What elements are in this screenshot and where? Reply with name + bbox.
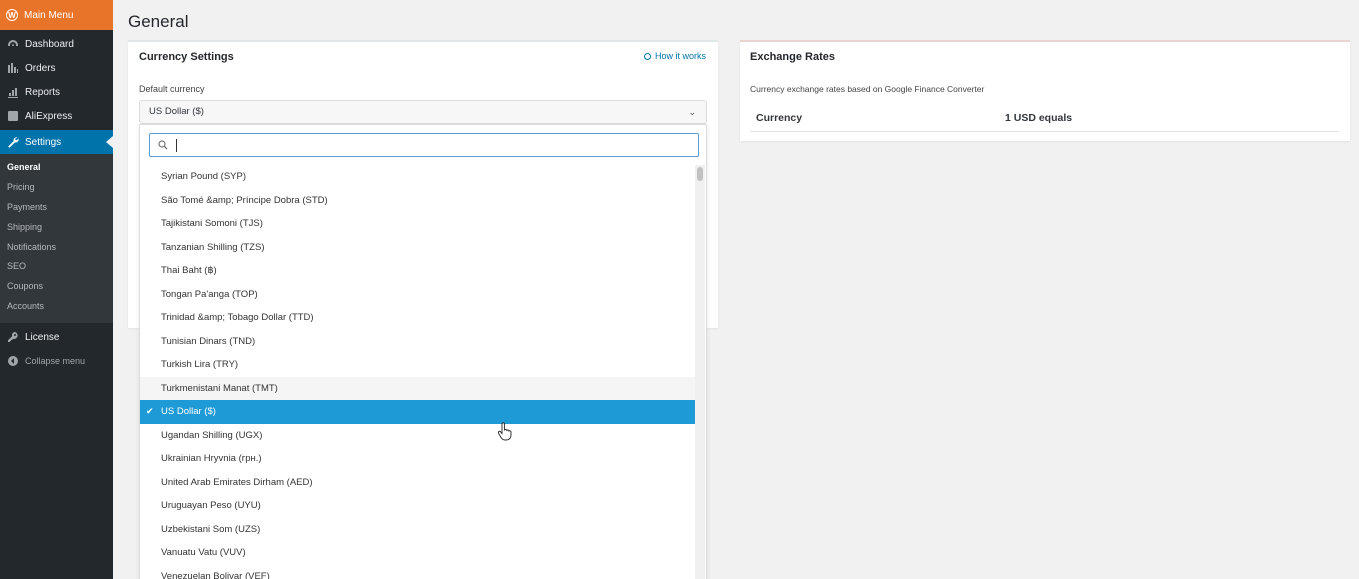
currency-option-label: Uruguayan Peso (UYU) <box>161 500 261 511</box>
wordpress-icon: W <box>6 9 18 21</box>
currency-option-selected[interactable]: ✔ US Dollar ($) <box>140 400 696 424</box>
sidebar-item-label: Orders <box>25 62 56 74</box>
currency-search-input[interactable] <box>180 136 680 154</box>
currency-option[interactable]: Ukrainian Hryvnia (грн.) <box>140 447 696 471</box>
exchange-rates-title: Exchange Rates <box>750 51 835 63</box>
sidebar-item-label: Dashboard <box>25 38 74 50</box>
sidebar-item-label: Settings <box>25 136 62 148</box>
currency-option-label: Thai Baht (฿) <box>161 265 217 276</box>
currency-option[interactable]: Tunisian Dinars (TND) <box>140 330 696 354</box>
collapse-menu-button[interactable]: Collapse menu <box>0 349 113 373</box>
search-icon <box>158 140 168 150</box>
sidebar-item-label: License <box>25 331 60 343</box>
main-menu-label: Main Menu <box>24 9 74 21</box>
currency-option-list: Syrian Pound (SYP) São Tomé &amp; Príncip… <box>140 165 696 579</box>
currency-settings-title: Currency Settings <box>139 51 234 63</box>
reports-icon <box>6 86 19 99</box>
checkmark-icon: ✔ <box>146 406 154 416</box>
main-menu-button[interactable]: W Main Menu <box>0 0 113 30</box>
dashboard-icon <box>6 38 19 51</box>
submenu-item-shipping[interactable]: Shipping <box>0 218 113 238</box>
currency-option[interactable]: United Arab Emirates Dirham (AED) <box>140 471 696 495</box>
default-currency-select[interactable]: US Dollar ($) ⌄ <box>139 100 707 124</box>
currency-option[interactable]: Tanzanian Shilling (TZS) <box>140 236 696 260</box>
exchange-rates-panel: Exchange Rates Currency exchange rates b… <box>740 40 1350 141</box>
exchange-rates-table-header: Currency 1 USD equals <box>750 106 1339 132</box>
currency-option[interactable]: Thai Baht (฿) <box>140 259 696 283</box>
currency-option[interactable]: Uruguayan Peso (UYU) <box>140 494 696 518</box>
chevron-down-icon: ⌄ <box>688 107 696 117</box>
submenu-item-accounts[interactable]: Accounts <box>0 297 113 317</box>
sidebar-item-settings[interactable]: Settings <box>0 130 113 154</box>
orders-icon <box>6 62 19 75</box>
submenu-item-general[interactable]: General <box>0 158 113 178</box>
currency-option-label: US Dollar ($) <box>161 406 216 417</box>
sidebar-item-label: AliExpress <box>25 110 73 122</box>
currency-option[interactable]: Turkish Lira (TRY) <box>140 353 696 377</box>
currency-option-label: Uzbekistani Som (UZS) <box>161 523 261 535</box>
currency-option[interactable]: Venezuelan Bolivar (VEF) <box>140 565 696 579</box>
key-icon <box>6 331 19 344</box>
sidebar-item-reports[interactable]: Reports <box>0 80 113 104</box>
currency-search-box[interactable] <box>149 133 699 157</box>
hand-cursor-icon <box>497 422 512 441</box>
sidebar-item-license[interactable]: License <box>0 325 113 349</box>
collapse-menu-label: Collapse menu <box>25 356 86 367</box>
currency-option[interactable]: Turkmenistani Manat (TMT) <box>140 376 696 400</box>
settings-submenu: General Pricing Payments Shipping Notifi… <box>0 154 113 324</box>
submenu-item-payments[interactable]: Payments <box>0 198 113 218</box>
sidebar-item-dashboard[interactable]: Dashboard <box>0 32 113 56</box>
currency-option[interactable]: Tongan Pa'anga (TOP) <box>140 283 696 307</box>
currency-option-label: Syrian Pound (SYP) <box>161 171 247 182</box>
currency-option-label: United Arab Emirates Dirham (AED) <box>161 476 313 488</box>
currency-option-label: São Tomé &amp; Príncipe Dobra (STD) <box>161 194 328 206</box>
currency-option[interactable]: Vanuatu Vatu (VUV) <box>140 541 696 565</box>
submenu-item-coupons[interactable]: Coupons <box>0 277 113 297</box>
sidebar-item-orders[interactable]: Orders <box>0 56 113 80</box>
collapse-icon <box>6 355 19 368</box>
aliexpress-icon <box>6 110 19 123</box>
currency-option-label: Turkish Lira (TRY) <box>161 359 239 370</box>
currency-option-label: Tajikistani Somoni (TJS) <box>161 218 263 229</box>
currency-option[interactable]: São Tomé &amp; Príncipe Dobra (STD) <box>140 189 696 213</box>
selected-currency-value: US Dollar ($) <box>149 106 204 117</box>
currency-option-label: Ugandan Shilling (UGX) <box>161 429 263 441</box>
how-it-works-label: How it works <box>654 51 706 61</box>
currency-option-label: Vanuatu Vatu (VUV) <box>161 547 246 558</box>
column-header-currency: Currency <box>756 112 803 124</box>
how-it-works-link[interactable]: How it works <box>643 51 706 61</box>
currency-option[interactable]: Ugandan Shilling (UGX) <box>140 424 696 448</box>
default-currency-label: Default currency <box>139 84 205 94</box>
submenu-item-pricing[interactable]: Pricing <box>0 178 113 198</box>
currency-option[interactable]: Syrian Pound (SYP) <box>140 165 696 189</box>
currency-dropdown: Syrian Pound (SYP) São Tomé &amp; Príncip… <box>139 124 707 579</box>
exchange-rates-description: Currency exchange rates based on Google … <box>750 84 985 94</box>
column-header-usd-equals: 1 USD equals <box>1005 112 1073 124</box>
currency-option-label: Tunisian Dinars (TND) <box>161 335 256 347</box>
sidebar-item-aliexpress[interactable]: AliExpress <box>0 104 113 128</box>
currency-option-label: Turkmenistani Manat (TMT) <box>161 382 278 394</box>
dropdown-scrollbar[interactable] <box>695 165 705 579</box>
currency-option-label: Venezuelan Bolivar (VEF) <box>161 570 270 579</box>
currency-option-label: Trinidad &amp; Tobago Dollar (TTD) <box>161 312 314 323</box>
page-title: General <box>128 12 189 31</box>
scrollbar-thumb[interactable] <box>697 167 703 181</box>
submenu-item-notifications[interactable]: Notifications <box>0 238 113 258</box>
currency-option-label: Tongan Pa'anga (TOP) <box>161 288 258 300</box>
currency-option[interactable]: Trinidad &amp; Tobago Dollar (TTD) <box>140 306 696 330</box>
currency-option[interactable]: Uzbekistani Som (UZS) <box>140 518 696 542</box>
currency-option-label: Ukrainian Hryvnia (грн.) <box>161 453 262 464</box>
sidebar-item-label: Reports <box>25 86 61 98</box>
admin-sidebar: W Main Menu Dashboard Orders Reports Ali… <box>0 0 113 579</box>
submenu-item-seo[interactable]: SEO <box>0 257 113 277</box>
currency-option-label: Tanzanian Shilling (TZS) <box>161 241 265 253</box>
text-caret <box>176 139 177 152</box>
currency-option[interactable]: Tajikistani Somoni (TJS) <box>140 212 696 236</box>
wrench-icon <box>6 136 19 149</box>
info-circle-icon <box>643 53 651 60</box>
